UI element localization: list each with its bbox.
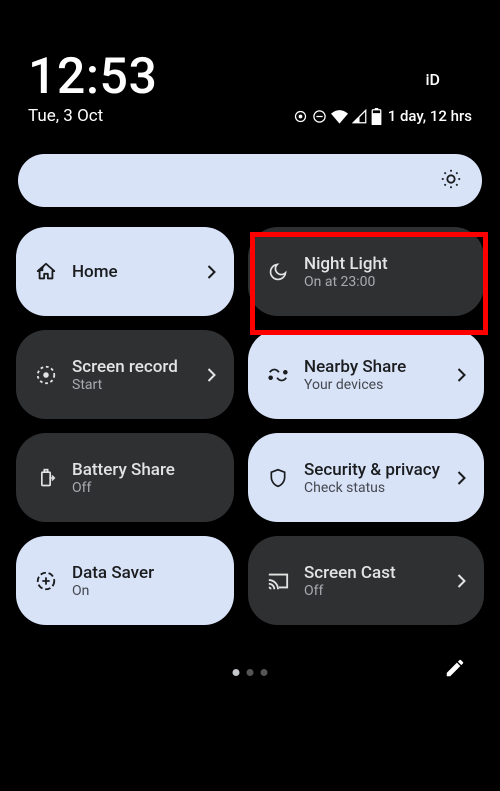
- moon-icon: [264, 262, 292, 282]
- tile-battery-share[interactable]: Battery Share Off: [16, 433, 234, 522]
- edit-button[interactable]: [444, 657, 466, 683]
- chevron-right-icon: [452, 574, 470, 588]
- tile-sub: Your devices: [304, 377, 440, 393]
- battery-icon: [371, 108, 382, 125]
- brightness-icon: [440, 168, 462, 194]
- home-icon: [32, 261, 60, 283]
- dot: [261, 669, 268, 676]
- pencil-icon: [444, 657, 466, 679]
- tile-screen-record[interactable]: Screen record Start: [16, 330, 234, 419]
- tile-security[interactable]: Security & privacy Check status: [248, 433, 484, 522]
- chevron-right-icon: [202, 265, 220, 279]
- tile-label: Screen Cast: [304, 563, 440, 583]
- chevron-right-icon: [202, 368, 220, 382]
- cast-icon: [264, 571, 292, 591]
- tile-sub: On at 23:00: [304, 274, 470, 290]
- date: Tue, 3 Oct: [28, 106, 103, 126]
- battery-text: 1 day, 12 hrs: [388, 107, 472, 125]
- tile-label: Battery Share: [72, 460, 220, 480]
- tile-label: Security & privacy: [304, 460, 440, 480]
- tile-sub: On: [72, 583, 220, 599]
- chevron-right-icon: [452, 368, 470, 382]
- tile-sub: Off: [72, 480, 220, 496]
- tile-label: Data Saver: [72, 563, 220, 583]
- tile-sub: Off: [304, 583, 440, 599]
- dot: [233, 669, 240, 676]
- status-icons: 1 day, 12 hrs: [293, 107, 472, 125]
- tile-label: Home: [72, 262, 190, 282]
- tile-screen-cast[interactable]: Screen Cast Off: [248, 536, 484, 625]
- tile-night-light[interactable]: Night Light On at 23:00: [248, 227, 484, 316]
- tile-label: Screen record: [72, 357, 190, 377]
- tile-sub: Check status: [304, 480, 440, 496]
- dnd-icon: [312, 109, 327, 124]
- chevron-right-icon: [452, 471, 470, 485]
- tile-data-saver[interactable]: Data Saver On: [16, 536, 234, 625]
- data-saver-icon: [32, 570, 60, 592]
- wifi-icon: [331, 109, 348, 124]
- dot: [247, 669, 254, 676]
- tile-label: Night Light: [304, 254, 470, 274]
- clock: 12:53: [28, 48, 472, 106]
- shield-icon: [264, 467, 292, 489]
- battery-share-icon: [32, 468, 60, 488]
- nearby-share-icon: [264, 364, 292, 386]
- tile-label: Nearby Share: [304, 357, 440, 377]
- tile-sub: Start: [72, 377, 190, 393]
- signal-icon: [352, 109, 367, 124]
- tile-home[interactable]: Home: [16, 227, 234, 316]
- brightness-slider[interactable]: [18, 154, 482, 207]
- page-indicator: [233, 669, 268, 676]
- carrier-label: iD: [425, 70, 440, 89]
- record-icon: [32, 364, 60, 386]
- target-icon: [293, 109, 308, 124]
- quick-settings-grid: Home Night Light On at 23:00 Screen reco…: [0, 227, 500, 625]
- status-bar: 12:53 iD Tue, 3 Oct 1 day, 12 hrs: [0, 0, 500, 132]
- tile-nearby-share[interactable]: Nearby Share Your devices: [248, 330, 484, 419]
